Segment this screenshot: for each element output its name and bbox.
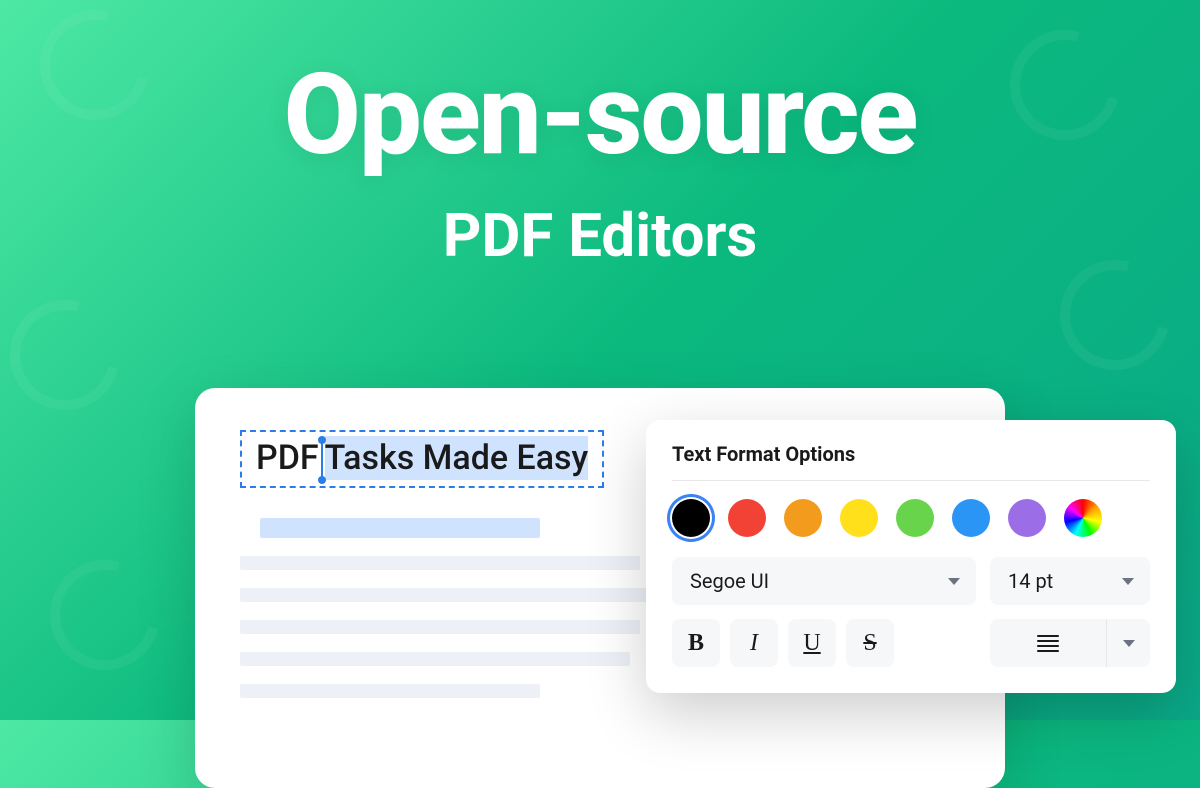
text-selection[interactable]: Tasks Made Easy — [325, 436, 589, 480]
color-swatch-black[interactable] — [672, 499, 710, 537]
panel-title: Text Format Options — [672, 442, 1150, 466]
color-swatch-red[interactable] — [728, 499, 766, 537]
text-cursor — [321, 440, 323, 480]
font-family-value: Segoe UI — [690, 569, 769, 593]
bold-button[interactable]: B — [672, 619, 720, 667]
color-swatch-yellow[interactable] — [840, 499, 878, 537]
font-family-select[interactable]: Segoe UI — [672, 557, 976, 605]
font-size-value: 14 pt — [1008, 569, 1053, 593]
text-format-panel: Text Format Options Segoe UI 14 pt B I U… — [646, 420, 1176, 693]
color-swatch-blue[interactable] — [952, 499, 990, 537]
hero-heading: Open-source PDF Editors — [0, 0, 1200, 271]
hero-subtitle: PDF Editors — [0, 200, 1200, 271]
italic-button[interactable]: I — [730, 619, 778, 667]
underline-button[interactable]: U — [788, 619, 836, 667]
color-swatch-rainbow[interactable] — [1064, 499, 1102, 537]
panel-divider — [672, 480, 1150, 481]
alignment-select[interactable] — [990, 619, 1150, 667]
text-prefix: PDF — [256, 438, 319, 478]
color-swatch-purple[interactable] — [1008, 499, 1046, 537]
color-swatch-orange[interactable] — [784, 499, 822, 537]
align-justify-icon — [1037, 635, 1059, 652]
color-swatch-green[interactable] — [896, 499, 934, 537]
editable-text-box[interactable]: PDFTasks Made Easy — [240, 430, 604, 488]
strikethrough-button[interactable]: S — [846, 619, 894, 667]
chevron-down-icon — [948, 578, 960, 585]
color-swatches — [672, 499, 1150, 537]
chevron-down-icon — [1123, 640, 1135, 647]
font-size-select[interactable]: 14 pt — [990, 557, 1150, 605]
chevron-down-icon — [1122, 578, 1134, 585]
